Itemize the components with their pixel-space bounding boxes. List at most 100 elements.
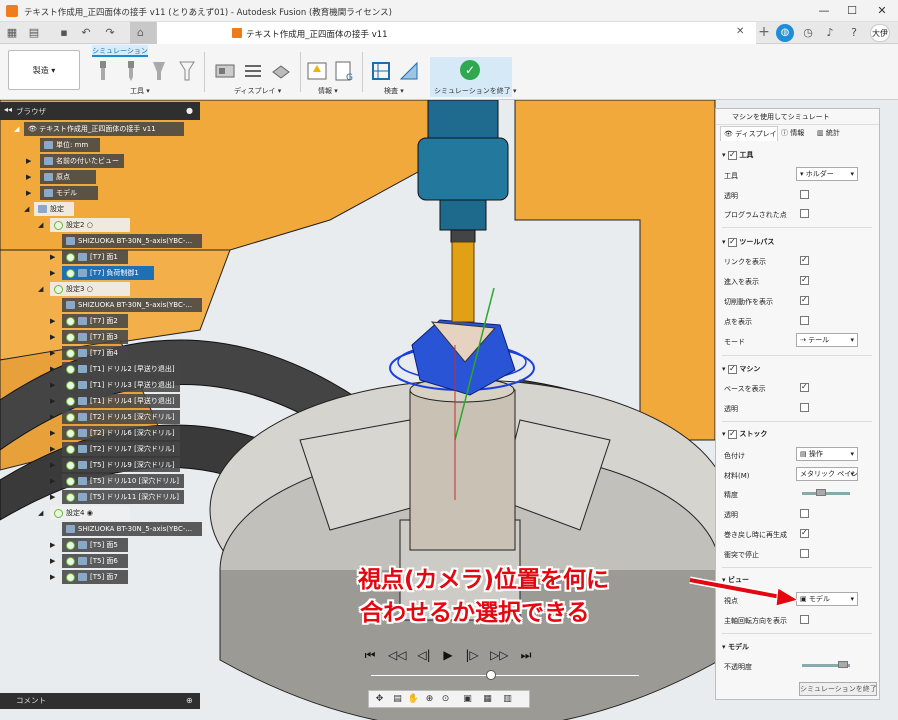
machine-node[interactable]: SHIZUOKA BT-30N_5-axis(YBC-... (62, 234, 202, 248)
zoom-icon[interactable]: ⊕ (423, 693, 436, 706)
regen-on-rewind-checkbox[interactable] (800, 528, 809, 538)
eye-icon[interactable]: 👁 (28, 125, 37, 133)
operation-node[interactable]: ▶ [T1] ドリル2 [早送り退出] (50, 362, 180, 376)
tab-simulation[interactable]: シミュレーション (92, 45, 148, 57)
close-window-button[interactable]: ✕ (874, 3, 890, 19)
model-node[interactable]: ▶ モデル (26, 186, 98, 200)
operation-node[interactable]: ▶ [T5] ドリル10 [深穴ドリル] (50, 474, 184, 488)
operation-node[interactable]: ▶ [T1] ドリル4 [早送り退出] (50, 394, 180, 408)
setup4-node[interactable]: ◢ 設定4 ◉ (38, 506, 130, 520)
toolpath-section-header[interactable]: ▾ ツールパス (722, 237, 774, 247)
chamfer-tool-icon[interactable] (148, 60, 170, 82)
go-to-end-icon[interactable]: ⏭ (518, 646, 534, 664)
help-icon[interactable]: ? (846, 25, 862, 41)
step-back-icon[interactable]: ◁| (416, 646, 432, 664)
programmed-point-checkbox[interactable] (800, 209, 809, 218)
toolpath-mode-select[interactable]: ⇢ テール (796, 333, 858, 347)
simulation-timeline[interactable] (370, 674, 640, 677)
stock-display-icon[interactable] (270, 60, 292, 82)
tab-close-icon[interactable]: ✕ (736, 26, 744, 37)
display-settings-icon[interactable]: ▣ (461, 693, 474, 706)
file-menu-icon[interactable]: ▤ (26, 25, 42, 41)
toolpath-visible-checkbox[interactable] (727, 237, 737, 247)
finish-simulation-label[interactable]: シミュレーションを終了 ▾ (434, 86, 516, 96)
show-entry-checkbox[interactable] (800, 275, 809, 285)
operation-node[interactable]: ▶ [T5] 面7 (50, 570, 128, 584)
machine-node[interactable]: SHIZUOKA BT-30N_5-axis(YBC-... (62, 298, 202, 312)
tool-transparent-checkbox[interactable] (800, 190, 809, 199)
setup3-node[interactable]: ◢ 設定3 ○ (38, 282, 130, 296)
finish-checkmark-icon[interactable]: ✓ (460, 60, 480, 80)
stock-visible-checkbox[interactable] (727, 429, 737, 439)
operation-node[interactable]: ▶ [T1] ドリル3 [早送り退出] (50, 378, 180, 392)
go-to-start-icon[interactable]: ⏮ (362, 646, 378, 664)
finish-simulation-button[interactable]: シミュレーションを終了 (799, 682, 877, 696)
warning-info-icon[interactable] (306, 60, 328, 82)
grid-settings-icon[interactable]: ▦ (481, 693, 494, 706)
look-at-icon[interactable]: ▤ (391, 693, 404, 706)
operation-node[interactable]: ▶ [T7] 面1 (50, 250, 128, 264)
operation-node[interactable]: ▶ [T7] 面2 (50, 314, 128, 328)
save-icon[interactable]: ▪ (56, 25, 72, 41)
workspace-switcher-button[interactable]: 製造 ▾ (8, 50, 80, 90)
machine-node[interactable]: SHIZUOKA BT-30N_5-axis(YBC-... (62, 522, 202, 536)
operation-node[interactable]: ▶ [T7] 面3 (50, 330, 128, 344)
tool-display-select[interactable]: ▾ ホルダー (796, 167, 858, 181)
setup2-node[interactable]: ◢ 設定2 ○ (38, 218, 130, 232)
maximize-button[interactable]: ☐ (844, 3, 860, 19)
machine-display-icon[interactable] (214, 60, 236, 82)
operation-node[interactable]: ▶ [T5] 面5 (50, 538, 128, 552)
user-avatar[interactable]: 大伊 (870, 24, 890, 42)
add-comment-icon[interactable]: ⊕ (186, 693, 193, 709)
machine-transparent-checkbox[interactable] (800, 403, 809, 412)
comment-panel-header[interactable]: コメント ⊕ (0, 693, 200, 709)
play-icon[interactable]: ▶ (440, 646, 456, 664)
inspect-measure-icon[interactable] (370, 60, 392, 82)
timeline-scrubber-handle[interactable] (486, 670, 496, 680)
next-operation-icon[interactable]: ▷▷ (490, 646, 508, 664)
opacity-slider-handle[interactable] (838, 661, 848, 668)
browser-panel-header[interactable]: ◂◂ ブラウザ ● (0, 102, 200, 120)
toolpath-lines-icon[interactable] (242, 60, 264, 82)
model-section-header[interactable]: ▾ モデル (722, 642, 749, 652)
machine-visible-checkbox[interactable] (727, 364, 737, 374)
end-mill-icon[interactable] (92, 60, 114, 82)
accuracy-slider-track[interactable] (802, 492, 850, 495)
stop-on-collision-checkbox[interactable] (800, 549, 809, 558)
orbit-icon[interactable]: ✥ (373, 693, 386, 706)
panel-pin-icon[interactable]: ● (186, 106, 193, 115)
show-cut-checkbox[interactable] (800, 295, 809, 305)
origin-node[interactable]: ▶ 原点 (26, 170, 96, 184)
display-group-label[interactable]: ディスプレイ ▾ (234, 86, 281, 96)
tab-statistics[interactable]: ▥ 統計 (814, 126, 854, 141)
operation-node[interactable]: ▶ [T2] ドリル5 [深穴ドリル] (50, 410, 180, 424)
accuracy-slider-handle[interactable] (816, 489, 826, 496)
undo-icon[interactable]: ↶ (78, 25, 94, 41)
stock-material-select[interactable]: メタリック ペイン... (796, 467, 858, 481)
history-icon[interactable]: ◷ (800, 25, 816, 41)
tool-visible-checkbox[interactable] (727, 150, 737, 160)
grid-menu-icon[interactable]: ▦ (4, 25, 20, 41)
stock-coloring-select[interactable]: ▤ 操作 (796, 447, 858, 461)
tab-display[interactable]: 👁 ディスプレイ (720, 126, 778, 141)
setups-node[interactable]: ◢ 設定 (24, 202, 74, 216)
tool-section-header[interactable]: ▾ 工具 (722, 150, 753, 160)
notification-bell-icon[interactable]: ♪ (822, 25, 838, 41)
previous-operation-icon[interactable]: ◁◁ (388, 646, 406, 664)
info-group-label[interactable]: 情報 ▾ (318, 86, 338, 96)
collapse-panel-icon[interactable]: ◂◂ (4, 105, 12, 114)
operation-node-selected[interactable]: ▶ [T7] 負荷制御1 (50, 266, 154, 280)
gcode-info-icon[interactable]: G (334, 60, 356, 82)
named-views-node[interactable]: ▶ 名前の付いたビュー (26, 154, 124, 168)
viewports-icon[interactable]: ▥ (501, 693, 514, 706)
tab-info[interactable]: ⓘ 情報 (778, 126, 814, 141)
show-base-checkbox[interactable] (800, 382, 809, 392)
step-forward-icon[interactable]: |▷ (464, 646, 480, 664)
operation-node[interactable]: ▶ [T5] ドリル11 [深穴ドリル] (50, 490, 184, 504)
show-links-checkbox[interactable] (800, 255, 809, 265)
operation-node[interactable]: ▶ [T5] 面6 (50, 554, 128, 568)
fit-icon[interactable]: ⊙ (439, 693, 452, 706)
section-analysis-icon[interactable] (398, 60, 420, 82)
home-tab[interactable]: ⌂ (130, 22, 156, 44)
inspect-group-label[interactable]: 検査 ▾ (384, 86, 404, 96)
